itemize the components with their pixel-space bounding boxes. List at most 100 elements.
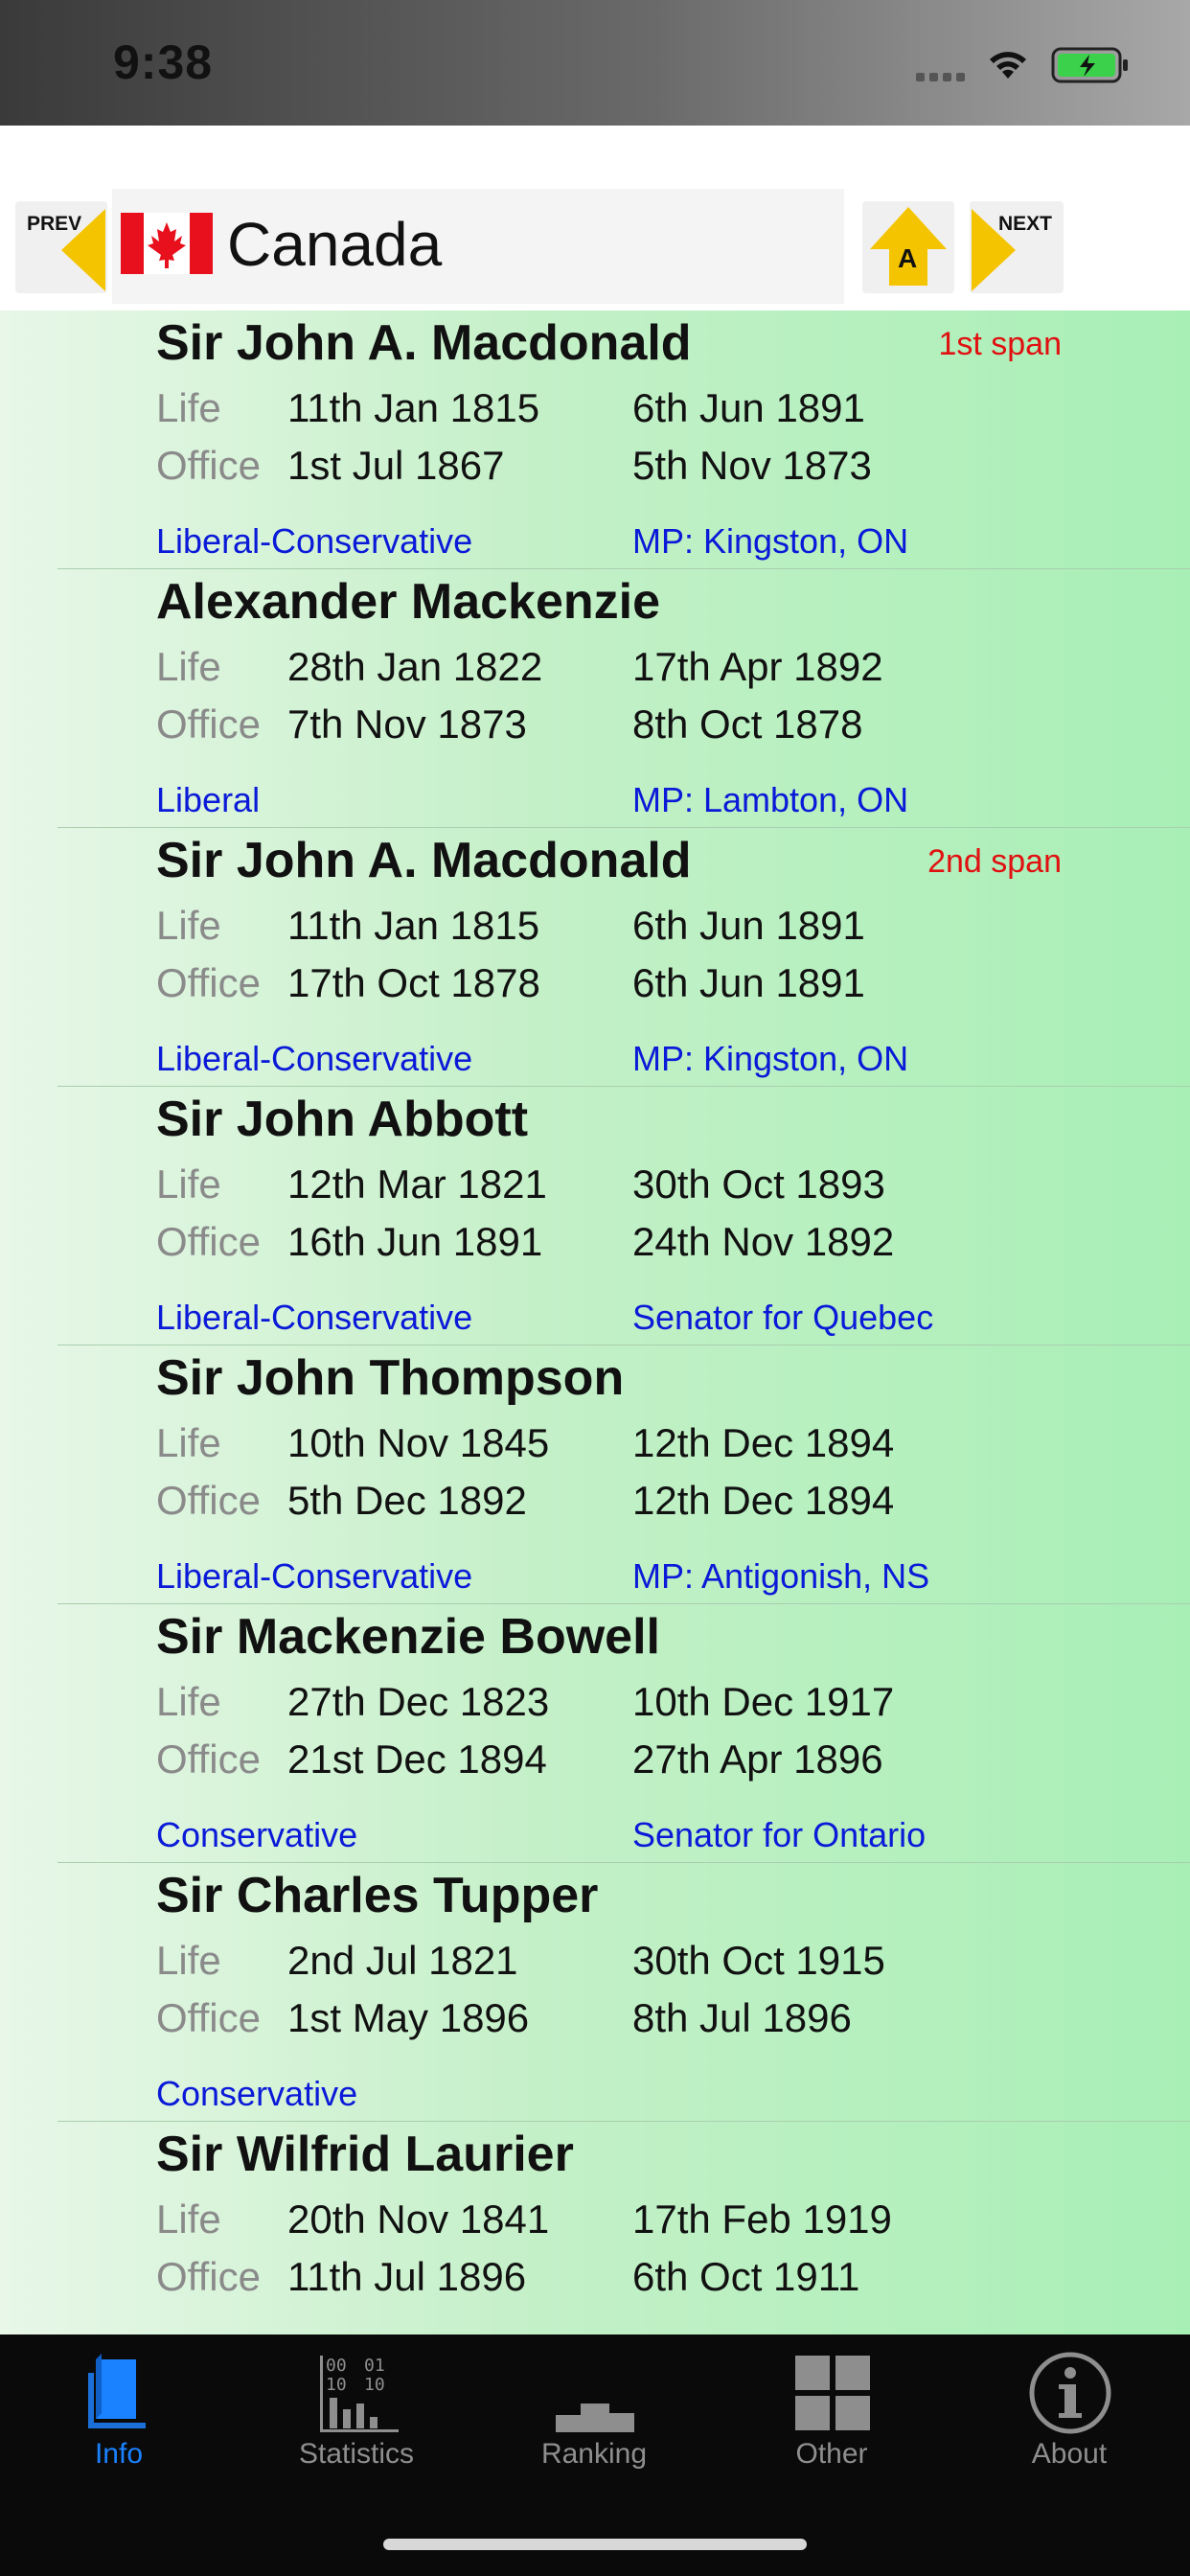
party-label: Conservative xyxy=(156,2074,358,2113)
life-label: Life xyxy=(156,1679,221,1724)
arrow-left-icon xyxy=(61,209,105,291)
leader-name: Sir John Abbott xyxy=(156,1092,529,1147)
seat-label: MP: Kingston, ON xyxy=(632,521,909,561)
list-item[interactable]: Sir John A. Macdonald 2nd span Life 11th… xyxy=(0,828,1190,1087)
tab-label: Info xyxy=(94,2438,144,2470)
tab-about[interactable]: About xyxy=(950,2334,1188,2488)
leader-list[interactable]: Sir John A. Macdonald 1st span Life 11th… xyxy=(0,310,1190,2334)
office-label: Office xyxy=(156,1995,261,2040)
leader-name: Sir Wilfrid Laurier xyxy=(156,2127,574,2182)
office-start: 7th Nov 1873 xyxy=(287,702,527,747)
span-label: 1st span xyxy=(938,326,1062,362)
cellular-signal-icon xyxy=(916,69,972,81)
office-end: 6th Jun 1891 xyxy=(632,960,865,1005)
life-start: 2nd Jul 1821 xyxy=(287,1938,518,1983)
tab-label: About xyxy=(1031,2438,1108,2470)
seat-label: MP: Lambton, ON xyxy=(632,780,909,819)
life-start: 28th Jan 1822 xyxy=(287,644,543,689)
list-item[interactable]: Sir Charles Tupper Life 2nd Jul 1821 30t… xyxy=(0,1863,1190,2122)
life-end: 12th Dec 1894 xyxy=(632,1420,895,1465)
life-label: Life xyxy=(156,385,221,430)
life-start: 27th Dec 1823 xyxy=(287,1679,550,1724)
book-icon xyxy=(88,2354,146,2428)
office-label: Office xyxy=(156,1478,261,1523)
next-button[interactable]: NEXT xyxy=(970,201,1064,293)
country-title: Canada xyxy=(227,210,443,279)
life-end: 10th Dec 1917 xyxy=(632,1679,895,1724)
office-label: Office xyxy=(156,702,261,747)
list-item[interactable]: Sir John Abbott Life 12th Mar 1821 30th … xyxy=(0,1087,1190,1346)
office-end: 8th Oct 1878 xyxy=(632,702,863,747)
life-label: Life xyxy=(156,1162,221,1207)
life-start: 10th Nov 1845 xyxy=(287,1420,550,1465)
leader-name: Sir John A. Macdonald xyxy=(156,315,692,371)
life-label: Life xyxy=(156,1420,221,1465)
leader-name: Sir John Thompson xyxy=(156,1350,625,1406)
tab-statistics[interactable]: 00 01 10 10 Statistics xyxy=(238,2334,475,2488)
seat-label: Senator for Quebec xyxy=(632,1298,934,1337)
life-start: 11th Jan 1815 xyxy=(287,903,540,948)
grid-icon xyxy=(795,2356,870,2430)
office-label: Office xyxy=(156,1219,261,1264)
tab-ranking[interactable]: Ranking xyxy=(475,2334,713,2488)
party-label: Liberal-Conservative xyxy=(156,1039,473,1078)
sort-label: A xyxy=(898,243,918,273)
status-time: 9:38 xyxy=(113,35,214,89)
life-label: Life xyxy=(156,644,221,689)
office-start: 1st May 1896 xyxy=(287,1995,530,2040)
podium-icon xyxy=(556,2404,634,2432)
life-end: 17th Apr 1892 xyxy=(632,644,883,689)
next-label: NEXT xyxy=(998,213,1053,235)
office-end: 27th Apr 1896 xyxy=(632,1736,883,1782)
leader-name: Sir John A. Macdonald xyxy=(156,833,692,888)
party-label: Liberal-Conservative xyxy=(156,521,473,561)
office-label: Office xyxy=(156,1736,261,1782)
tab-label: Ranking xyxy=(540,2438,648,2470)
life-label: Life xyxy=(156,1938,221,1983)
office-start: 5th Dec 1892 xyxy=(287,1478,527,1523)
list-item[interactable]: Sir Mackenzie Bowell Life 27th Dec 1823 … xyxy=(0,1604,1190,1863)
life-end: 6th Jun 1891 xyxy=(632,903,865,948)
list-item[interactable]: Sir Wilfrid Laurier Life 20th Nov 1841 1… xyxy=(0,2122,1190,2334)
office-start: 21st Dec 1894 xyxy=(287,1736,547,1782)
svg-text:10: 10 xyxy=(364,2375,385,2395)
life-label: Life xyxy=(156,903,221,948)
office-end: 8th Jul 1896 xyxy=(632,1995,852,2040)
tab-label: Other xyxy=(795,2438,868,2470)
prev-button[interactable]: PREV xyxy=(15,201,107,293)
life-end: 17th Feb 1919 xyxy=(632,2196,892,2242)
office-start: 17th Oct 1878 xyxy=(287,960,540,1005)
tab-info[interactable]: Info xyxy=(0,2334,238,2488)
binary-chart-icon: 00 01 10 10 xyxy=(320,2356,399,2432)
svg-text:00: 00 xyxy=(326,2356,347,2376)
leader-name: Sir Charles Tupper xyxy=(156,1868,599,1923)
canada-flag-icon xyxy=(121,213,213,274)
life-end: 30th Oct 1893 xyxy=(632,1162,885,1207)
battery-charging-icon xyxy=(1051,47,1128,83)
list-item[interactable]: Alexander Mackenzie Life 28th Jan 1822 1… xyxy=(0,569,1190,828)
life-label: Life xyxy=(156,2196,221,2242)
seat-label: Senator for Ontario xyxy=(632,1815,927,1854)
tab-other[interactable]: Other xyxy=(713,2334,950,2488)
info-circle-icon xyxy=(1029,2352,1111,2434)
list-item[interactable]: Sir John A. Macdonald 1st span Life 11th… xyxy=(0,310,1190,569)
party-label: Conservative xyxy=(156,1815,358,1854)
party-label: Liberal xyxy=(156,780,261,819)
office-end: 12th Dec 1894 xyxy=(632,1478,895,1523)
party-label: Liberal-Conservative xyxy=(156,1556,473,1596)
wifi-icon xyxy=(990,52,1026,79)
svg-text:10: 10 xyxy=(326,2375,347,2395)
home-indicator[interactable] xyxy=(383,2539,807,2550)
span-label: 2nd span xyxy=(927,843,1062,880)
list-item[interactable]: Sir John Thompson Life 10th Nov 1845 12t… xyxy=(0,1346,1190,1604)
office-start: 11th Jul 1896 xyxy=(287,2254,527,2299)
life-start: 12th Mar 1821 xyxy=(287,1162,547,1207)
life-start: 11th Jan 1815 xyxy=(287,385,540,430)
sort-alpha-button[interactable]: A xyxy=(862,201,954,293)
office-start: 16th Jun 1891 xyxy=(287,1219,543,1264)
office-end: 6th Oct 1911 xyxy=(632,2254,860,2299)
office-start: 1st Jul 1867 xyxy=(287,443,505,488)
svg-text:01: 01 xyxy=(364,2356,385,2376)
office-label: Office xyxy=(156,443,261,488)
tab-label: Statistics xyxy=(298,2438,415,2470)
